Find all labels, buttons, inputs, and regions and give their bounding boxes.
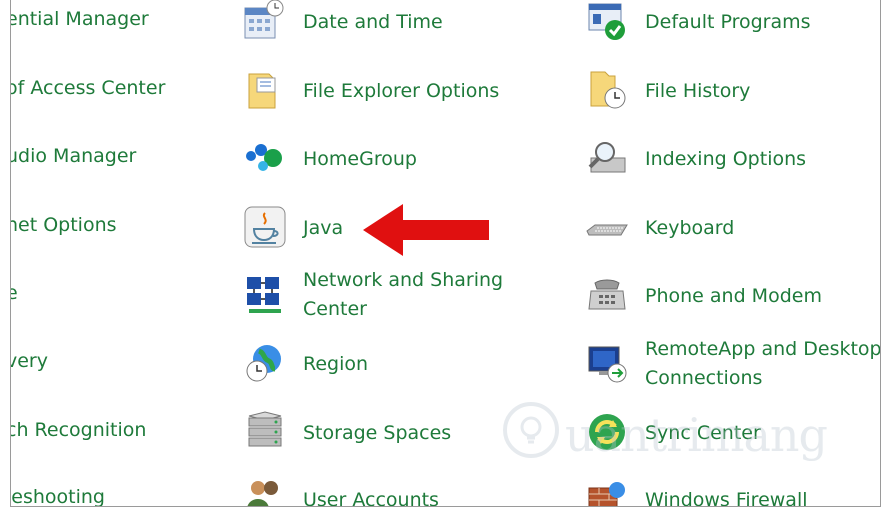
file-explorer-options-link[interactable]: File Explorer Options: [303, 77, 499, 105]
speech-recognition-link[interactable]: ch Recognition: [11, 419, 146, 441]
credential-manager-link[interactable]: ential Manager: [11, 8, 149, 30]
red-arrow-annotation: [363, 204, 489, 256]
file-history-icon: [590, 71, 626, 109]
watermark: uantrimang: [501, 400, 828, 464]
storage-spaces-link[interactable]: Storage Spaces: [303, 419, 451, 447]
date-and-time-link[interactable]: Date and Time: [303, 8, 443, 36]
java-icon: [244, 206, 286, 248]
network-icon: [247, 277, 281, 313]
firewall-icon: [588, 482, 625, 506]
default-programs-link[interactable]: Default Programs: [645, 8, 811, 36]
users-icon: [247, 481, 278, 506]
user-accounts-link[interactable]: User Accounts: [303, 486, 439, 506]
homegroup-icon: [246, 144, 282, 171]
remoteapp-link[interactable]: RemoteApp and Desktop Connections: [645, 335, 880, 393]
storage-spaces-icon: [248, 411, 282, 447]
keyboard-icon: [586, 224, 628, 236]
indexing-options-link[interactable]: Indexing Options: [645, 145, 806, 173]
file-history-link[interactable]: File History: [645, 77, 750, 105]
default-programs-icon: [588, 3, 625, 40]
indexing-options-icon: [588, 142, 626, 173]
phone-icon: [588, 279, 626, 310]
folder-options-icon: [248, 73, 276, 109]
phone-and-modem-link[interactable]: Phone and Modem: [645, 282, 822, 310]
remoteapp-icon: [588, 346, 627, 383]
control-panel-frame: ential Manager of Access Center udio Man…: [10, 0, 881, 507]
mouse-link[interactable]: e: [11, 282, 18, 304]
ease-of-access-link[interactable]: of Access Center: [11, 77, 165, 99]
java-link[interactable]: Java: [303, 214, 343, 242]
calendar-clock-icon: [244, 0, 284, 39]
internet-options-link[interactable]: net Options: [11, 214, 117, 236]
network-and-sharing-center-link[interactable]: Network and Sharing Center: [303, 266, 523, 324]
recovery-link[interactable]: very: [11, 350, 48, 372]
troubleshooting-link[interactable]: leshooting: [11, 486, 105, 506]
lightbulb-watermark-icon: [503, 402, 559, 458]
region-link[interactable]: Region: [303, 350, 368, 378]
homegroup-link[interactable]: HomeGroup: [303, 145, 417, 173]
windows-firewall-link[interactable]: Windows Firewall: [645, 486, 808, 506]
globe-clock-icon: [246, 345, 281, 382]
audio-manager-link[interactable]: udio Manager: [11, 145, 136, 167]
keyboard-link[interactable]: Keyboard: [645, 214, 734, 242]
watermark-text: uantrimang: [565, 408, 828, 462]
